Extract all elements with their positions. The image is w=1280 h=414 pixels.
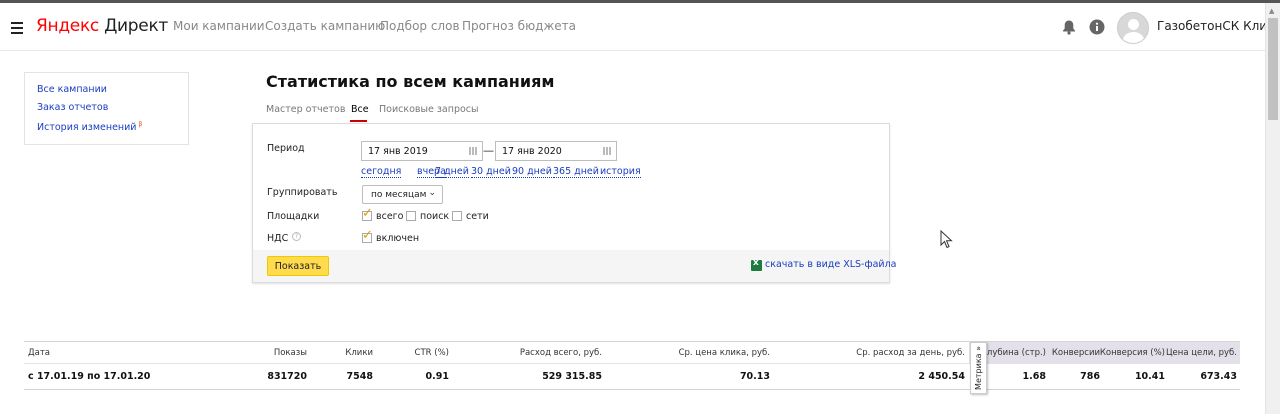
column-header-avg-daily-spend[interactable]: Ср. расход за день, руб. [856,348,965,358]
scroll-up-icon[interactable]: ▲ [1269,7,1274,15]
username[interactable]: ГазобетонСК Клик [1157,19,1274,33]
cell-clicks: 7548 [346,371,373,382]
bell-icon[interactable] [1061,19,1077,35]
quick-period-365-days[interactable]: 365 дней [553,166,599,178]
sidebar: Все кампании Заказ отчетов История измен… [24,72,189,145]
cell-total-spend: 529 315.85 [542,371,602,382]
nav-budget-forecast[interactable]: Прогноз бюджета [462,19,576,33]
tab-all[interactable]: Все [351,104,369,115]
column-header-date[interactable]: Дата [28,348,50,358]
cell-conversions: 786 [1080,371,1100,382]
cell-avg-cpc: 70.13 [739,371,770,382]
sidebar-item-label: История изменений [37,122,137,134]
group-label: Группировать [267,187,338,198]
quick-period-history[interactable]: история [600,166,641,178]
column-header-goal-cost[interactable]: Цена цели, руб. [1166,348,1237,358]
quick-period-30-days[interactable]: 30 дней [471,166,511,178]
date-range-dash: — [483,144,494,157]
tab-report-wizard[interactable]: Мастер отчетов [266,104,345,115]
nav-word-selection[interactable]: Подбор слов [380,19,460,33]
scrollbar[interactable]: ▲ [1265,3,1280,414]
column-header-depth[interactable]: Глубина (стр.) [982,348,1046,358]
download-xls-link[interactable]: скачать в виде XLS-файла [765,259,896,270]
quick-period-today[interactable]: сегодня [361,166,402,178]
date-from-value: 17 янв 2019 [368,146,428,157]
checkbox-vat-included-label[interactable]: включен [376,233,419,244]
checkbox-platform-search-label[interactable]: поиск [420,211,449,222]
cell-avg-daily-spend: 2 450.54 [918,371,965,382]
column-header-conversion-rate[interactable]: Конверсия (%) [1100,348,1165,358]
tab-search-queries[interactable]: Поисковые запросы [379,104,479,115]
cell-impressions: 831720 [267,371,307,382]
checkbox-platform-networks[interactable] [452,211,462,221]
checkbox-vat-included[interactable] [362,228,373,243]
calendar-icon[interactable] [603,147,611,155]
platforms-label: Площадки [267,211,320,222]
logo[interactable]: Яндекс Директ [36,16,168,36]
period-label: Период [267,143,305,154]
cell-conversion-rate: 10.41 [1134,371,1165,382]
sidebar-item-change-history[interactable]: История изменений β [37,121,142,133]
nav-create-campaign[interactable]: Создать кампанию [265,19,385,33]
chevron-down-icon: ⌄ [428,188,436,198]
column-header-clicks[interactable]: Клики [345,348,373,358]
nav-my-campaigns[interactable]: Мои кампании [173,19,265,33]
scrollbar-thumb[interactable] [1268,18,1278,120]
column-header-total-spend[interactable]: Расход всего, руб. [520,348,602,358]
checkbox-platform-all-label[interactable]: всего [376,211,403,222]
quick-period-90-days[interactable]: 90 дней [512,166,552,178]
active-tab-indicator [350,120,367,122]
checkbox-platform-networks-label[interactable]: сети [466,211,489,222]
stats-table: Дата Показы Клики CTR (%) Расход всего, … [24,341,1240,394]
cell-date: с 17.01.19 по 17.01.20 [28,371,151,382]
column-header-conversions[interactable]: Конверсии [1052,348,1100,358]
date-to-field[interactable]: 17 янв 2020 [495,141,617,161]
page-title: Статистика по всем кампаниям [266,72,555,91]
checkbox-platform-all[interactable] [362,206,373,221]
logo-direct: Директ [98,16,169,36]
menu-icon[interactable] [11,22,23,37]
beta-badge: β [138,121,143,128]
sidebar-item-order-reports[interactable]: Заказ отчетов [37,102,108,113]
sidebar-item-all-campaigns[interactable]: Все кампании [37,84,107,95]
cell-ctr: 0.91 [425,371,449,382]
app-header: Яндекс Директ Мои кампании Создать кампа… [0,3,1274,51]
form-footer: Показать скачать в виде XLS-файла [253,250,896,282]
column-header-impressions[interactable]: Показы [274,348,307,358]
column-header-ctr[interactable]: CTR (%) [415,348,449,358]
date-from-field[interactable]: 17 янв 2019 [361,141,483,161]
table-header-row: Дата Показы Клики CTR (%) Расход всего, … [24,342,1240,364]
vat-label: НДС [267,233,289,244]
logo-yandex: Яндекс [36,16,99,36]
date-to-value: 17 янв 2020 [502,146,562,157]
column-header-avg-cpc[interactable]: Ср. цена клика, руб. [679,348,770,358]
calendar-icon[interactable] [469,147,477,155]
mouse-cursor-icon [940,230,953,249]
cell-depth: 1.68 [1022,371,1046,382]
quick-period-7-days[interactable]: 7 дней [435,166,469,178]
report-form: Период 17 янв 2019 — 17 янв 2020 сегодня… [252,123,896,283]
avatar[interactable] [1117,12,1149,44]
show-button[interactable]: Показать [267,256,329,276]
cell-goal-cost: 673.43 [1200,371,1237,382]
group-select-value: по месяцам [371,190,427,200]
metrika-tab-label: Метрика » [974,346,983,390]
help-icon[interactable]: ? [292,232,301,241]
checkbox-platform-search[interactable] [406,211,416,221]
excel-icon[interactable] [751,258,762,271]
group-select[interactable]: по месяцам ⌄ [362,185,443,204]
info-icon[interactable] [1089,19,1105,35]
metrika-toggle-tab[interactable]: Метрика » [970,342,987,394]
